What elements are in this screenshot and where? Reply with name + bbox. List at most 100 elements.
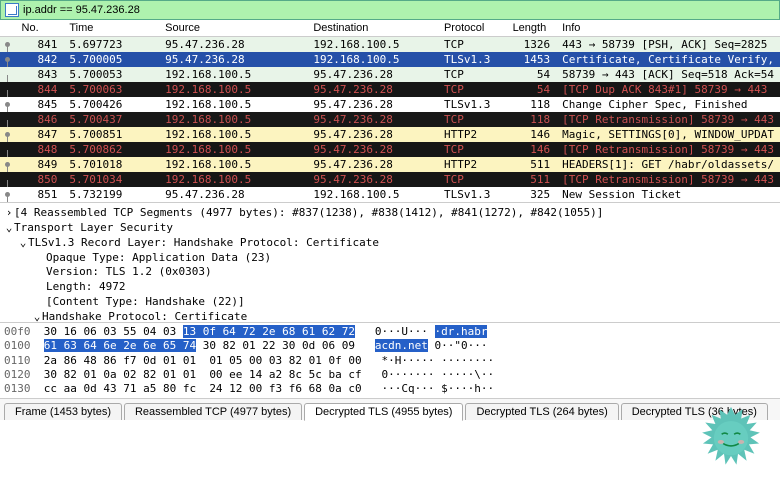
packet-row[interactable]: 8495.701018192.168.100.595.47.236.28HTTP… xyxy=(0,157,780,172)
cell-info: Certificate, Certificate Verify, xyxy=(556,52,780,67)
cell-length: 1326 xyxy=(507,37,557,53)
display-filter-input[interactable] xyxy=(23,4,775,16)
cell-info: 58739 → 443 [ACK] Seq=518 Ack=54 xyxy=(556,67,780,82)
cell-time: 5.701018 xyxy=(63,157,159,172)
cell-no: 850 xyxy=(16,172,64,187)
cell-no: 851 xyxy=(16,187,64,202)
cell-length: 54 xyxy=(507,67,557,82)
details-tls[interactable]: ⌄Transport Layer Security xyxy=(4,221,776,236)
packet-list[interactable]: No. Time Source Destination Protocol Len… xyxy=(0,20,780,202)
cell-time: 5.700053 xyxy=(63,67,159,82)
cell-no: 844 xyxy=(16,82,64,97)
byte-view-tab[interactable]: Decrypted TLS (4955 bytes) xyxy=(304,403,463,421)
cell-source: 192.168.100.5 xyxy=(159,142,307,157)
cell-source: 95.47.236.28 xyxy=(159,52,307,67)
cell-info: [TCP Retransmission] 58739 → 443 xyxy=(556,142,780,157)
cell-protocol: TCP xyxy=(438,82,507,97)
hex-row[interactable]: 0100 61 63 64 6e 2e 6e 65 74 30 82 01 22… xyxy=(4,339,776,353)
details-record-layer[interactable]: ⌄TLSv1.3 Record Layer: Handshake Protoco… xyxy=(4,236,776,251)
col-header-no[interactable]: No. xyxy=(16,20,64,37)
cell-protocol: TCP xyxy=(438,142,507,157)
cell-destination: 95.47.236.28 xyxy=(307,67,438,82)
packet-row[interactable]: 8445.700063192.168.100.595.47.236.28TCP5… xyxy=(0,82,780,97)
cell-time: 5.701034 xyxy=(63,172,159,187)
cell-destination: 95.47.236.28 xyxy=(307,97,438,112)
display-filter-bar[interactable] xyxy=(0,0,780,20)
cell-no: 845 xyxy=(16,97,64,112)
hex-row[interactable]: 0130 cc aa 0d 43 71 a5 80 fc 24 12 00 f3… xyxy=(4,382,776,396)
cell-time: 5.700426 xyxy=(63,97,159,112)
cell-protocol: TCP xyxy=(438,37,507,53)
cell-info: 443 → 58739 [PSH, ACK] Seq=2825 xyxy=(556,37,780,53)
col-header-protocol[interactable]: Protocol xyxy=(438,20,507,37)
details-opaque-type: Opaque Type: Application Data (23) xyxy=(4,251,776,266)
hex-row[interactable]: 0110 2a 86 48 86 f7 0d 01 01 01 05 00 03… xyxy=(4,354,776,368)
hex-dump-pane[interactable]: 00f0 30 16 06 03 55 04 03 13 0f 64 72 2e… xyxy=(0,322,780,398)
cell-protocol: HTTP2 xyxy=(438,157,507,172)
packet-row[interactable]: 8415.69772395.47.236.28192.168.100.5TCP1… xyxy=(0,37,780,53)
byte-view-tabs: Frame (1453 bytes)Reassembled TCP (4977 … xyxy=(0,398,780,420)
byte-view-tab[interactable]: Frame (1453 bytes) xyxy=(4,403,122,420)
cell-protocol: TCP xyxy=(438,112,507,127)
col-header-time[interactable]: Time xyxy=(63,20,159,37)
cell-source: 95.47.236.28 xyxy=(159,187,307,202)
hex-row[interactable]: 00f0 30 16 06 03 55 04 03 13 0f 64 72 2e… xyxy=(4,325,776,339)
cell-destination: 95.47.236.28 xyxy=(307,172,438,187)
cell-destination: 95.47.236.28 xyxy=(307,157,438,172)
cell-info: Change Cipher Spec, Finished xyxy=(556,97,780,112)
packet-details-pane[interactable]: ›[4 Reassembled TCP Segments (4977 bytes… xyxy=(0,202,780,322)
cell-length: 118 xyxy=(507,112,557,127)
cell-time: 5.700851 xyxy=(63,127,159,142)
col-header-length[interactable]: Length xyxy=(507,20,557,37)
cell-no: 849 xyxy=(16,157,64,172)
details-length: Length: 4972 xyxy=(4,280,776,295)
col-header-destination[interactable]: Destination xyxy=(307,20,438,37)
mascot-icon xyxy=(692,403,770,481)
cell-destination: 192.168.100.5 xyxy=(307,37,438,53)
cell-time: 5.700005 xyxy=(63,52,159,67)
packet-list-header[interactable]: No. Time Source Destination Protocol Len… xyxy=(0,20,780,37)
cell-time: 5.700862 xyxy=(63,142,159,157)
cell-source: 192.168.100.5 xyxy=(159,112,307,127)
cell-protocol: TLSv1.3 xyxy=(438,97,507,112)
bookmark-icon[interactable] xyxy=(5,3,19,17)
details-handshake[interactable]: ⌄Handshake Protocol: Certificate xyxy=(4,310,776,322)
cell-protocol: TCP xyxy=(438,67,507,82)
cell-no: 847 xyxy=(16,127,64,142)
byte-view-tab[interactable]: Decrypted TLS (264 bytes) xyxy=(465,403,618,420)
cell-time: 5.700437 xyxy=(63,112,159,127)
packet-row[interactable]: 8505.701034192.168.100.595.47.236.28TCP5… xyxy=(0,172,780,187)
cell-protocol: TLSv1.3 xyxy=(438,187,507,202)
hex-row[interactable]: 0120 30 82 01 0a 02 82 01 01 00 ee 14 a2… xyxy=(4,368,776,382)
cell-length: 146 xyxy=(507,142,557,157)
cell-no: 841 xyxy=(16,37,64,53)
details-reassembled[interactable]: ›[4 Reassembled TCP Segments (4977 bytes… xyxy=(4,206,776,221)
cell-no: 846 xyxy=(16,112,64,127)
packet-row[interactable]: 8485.700862192.168.100.595.47.236.28TCP1… xyxy=(0,142,780,157)
cell-no: 843 xyxy=(16,67,64,82)
packet-row[interactable]: 8515.73219995.47.236.28192.168.100.5TLSv… xyxy=(0,187,780,202)
cell-source: 192.168.100.5 xyxy=(159,67,307,82)
cell-no: 842 xyxy=(16,52,64,67)
cell-destination: 95.47.236.28 xyxy=(307,142,438,157)
cell-protocol: TCP xyxy=(438,172,507,187)
cell-source: 95.47.236.28 xyxy=(159,37,307,53)
packet-row[interactable]: 8475.700851192.168.100.595.47.236.28HTTP… xyxy=(0,127,780,142)
col-header-info[interactable]: Info xyxy=(556,20,780,37)
packet-row[interactable]: 8455.700426192.168.100.595.47.236.28TLSv… xyxy=(0,97,780,112)
details-content-type: [Content Type: Handshake (22)] xyxy=(4,295,776,310)
cell-source: 192.168.100.5 xyxy=(159,127,307,142)
cell-destination: 95.47.236.28 xyxy=(307,82,438,97)
packet-row[interactable]: 8425.70000595.47.236.28192.168.100.5TLSv… xyxy=(0,52,780,67)
cell-no: 848 xyxy=(16,142,64,157)
cell-length: 146 xyxy=(507,127,557,142)
cell-destination: 192.168.100.5 xyxy=(307,187,438,202)
details-version: Version: TLS 1.2 (0x0303) xyxy=(4,265,776,280)
packet-row[interactable]: 8435.700053192.168.100.595.47.236.28TCP5… xyxy=(0,67,780,82)
cell-length: 118 xyxy=(507,97,557,112)
cell-source: 192.168.100.5 xyxy=(159,82,307,97)
cell-source: 192.168.100.5 xyxy=(159,157,307,172)
packet-row[interactable]: 8465.700437192.168.100.595.47.236.28TCP1… xyxy=(0,112,780,127)
col-header-source[interactable]: Source xyxy=(159,20,307,37)
byte-view-tab[interactable]: Reassembled TCP (4977 bytes) xyxy=(124,403,302,420)
